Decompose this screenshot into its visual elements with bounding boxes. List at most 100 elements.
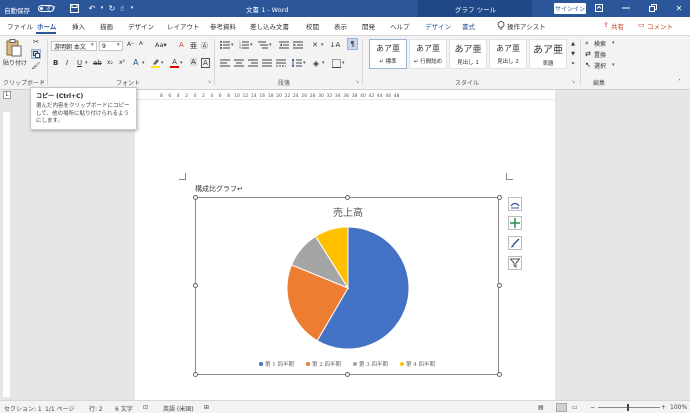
styles-launcher-icon[interactable]: ↘	[571, 79, 575, 85]
read-mode-icon[interactable]: ▤	[538, 404, 544, 411]
justify-icon[interactable]	[261, 58, 273, 68]
select-button[interactable]: 選択	[594, 61, 606, 70]
legend-item[interactable]: 第 2 四半期	[306, 360, 341, 368]
multilevel-dropdown-icon[interactable]: ▾	[269, 42, 272, 48]
distributed-icon[interactable]	[275, 58, 287, 68]
clipboard-launcher-icon[interactable]: ↘	[40, 79, 44, 85]
select-dropdown-icon[interactable]: ▾	[612, 62, 615, 68]
show-formatting-marks-icon[interactable]: ¶	[347, 38, 358, 50]
legend-item[interactable]: 第 3 四半期	[353, 360, 388, 368]
font-launcher-icon[interactable]: ↘	[207, 79, 211, 85]
cut-icon[interactable]: ✂	[31, 37, 41, 47]
copy-icon[interactable]	[31, 49, 41, 59]
status-pages[interactable]: 1/1 ページ	[45, 404, 74, 413]
tab-chart-format[interactable]: 書式	[462, 21, 475, 31]
resize-handle-sw[interactable]	[193, 372, 198, 377]
numbering-dropdown-icon[interactable]: ▾	[250, 42, 253, 48]
find-dropdown-icon[interactable]: ▾	[612, 40, 615, 46]
resize-handle-nw[interactable]	[193, 195, 198, 200]
accessibility-icon[interactable]: ⊞	[204, 404, 209, 411]
status-language[interactable]: 英語 (米国)	[163, 404, 194, 413]
font-size-dropdown-icon[interactable]: ▾	[117, 42, 120, 48]
share-button[interactable]: 共有	[611, 21, 624, 31]
chart-filters-button[interactable]	[508, 256, 522, 270]
align-right-icon[interactable]	[247, 58, 259, 68]
resize-handle-s[interactable]	[345, 372, 350, 377]
align-center-icon[interactable]	[233, 58, 245, 68]
grow-font-icon[interactable]: A ^	[127, 41, 134, 48]
highlight-dropdown-icon[interactable]: ▾	[161, 60, 164, 66]
zoom-slider[interactable]	[598, 407, 660, 408]
align-left-icon[interactable]	[219, 58, 231, 68]
decrease-indent-icon[interactable]	[278, 40, 290, 50]
tab-chart-design[interactable]: デザイン	[425, 21, 451, 31]
highlight-icon[interactable]	[151, 58, 160, 68]
status-line[interactable]: 行: 2	[89, 404, 103, 413]
tab-view[interactable]: 表示	[334, 21, 347, 31]
strikethrough-icon[interactable]: ab	[93, 59, 102, 67]
character-shading-icon[interactable]: A	[190, 58, 197, 66]
style-no-spacing[interactable]: あア亜 ↵ 行間詰め	[409, 39, 447, 69]
chart-legend[interactable]: 第 1 四半期 第 2 四半期 第 3 四半期 第 4 四半期	[196, 198, 500, 376]
save-icon[interactable]	[69, 3, 79, 13]
style-normal[interactable]: あア亜 ↵ 標準	[369, 39, 407, 69]
character-border-icon[interactable]: A	[201, 58, 210, 68]
font-color-dropdown-icon[interactable]: ▾	[180, 60, 183, 66]
change-case-icon[interactable]: Aa▾	[155, 41, 167, 49]
increase-indent-icon[interactable]	[292, 40, 304, 50]
print-layout-icon[interactable]	[556, 403, 567, 412]
asian-layout-dropdown-icon[interactable]: ▾	[321, 42, 324, 48]
document-heading[interactable]: 構成比グラフ↵	[195, 184, 243, 194]
line-spacing-icon[interactable]	[291, 58, 303, 68]
sort-icon[interactable]: ↓A	[329, 40, 341, 50]
layout-options-button[interactable]	[508, 197, 522, 211]
status-section[interactable]: セクション: 1	[4, 404, 42, 413]
legend-item[interactable]: 第 1 四半期	[259, 360, 294, 368]
redo-icon[interactable]: ↻	[107, 3, 117, 13]
tab-mailings[interactable]: 差し込み文書	[250, 21, 289, 31]
resize-handle-n[interactable]	[345, 195, 350, 200]
styles-more-icon[interactable]: ⏷	[569, 59, 577, 69]
zoom-slider-thumb[interactable]	[627, 404, 629, 411]
italic-icon[interactable]: I	[66, 59, 68, 67]
vertical-ruler[interactable]	[3, 112, 10, 397]
touch-mode-icon[interactable]: ☝	[117, 3, 127, 13]
tab-home[interactable]: ホーム	[37, 21, 56, 31]
zoom-level[interactable]: 100%	[670, 404, 687, 411]
chart-area[interactable]: 売上高 第 1 四半期第 2 四半期第 3 四半期第 4 四半期	[195, 197, 499, 375]
zoom-in-icon[interactable]: +	[661, 404, 666, 411]
text-effects-dropdown-icon[interactable]: ▾	[142, 60, 145, 66]
shading-icon[interactable]: ◈	[310, 58, 322, 68]
legend-item[interactable]: 第 4 四半期	[400, 360, 435, 368]
web-layout-icon[interactable]: ▭	[572, 404, 578, 411]
tab-file[interactable]: ファイル	[7, 21, 33, 31]
multilevel-list-icon[interactable]	[257, 40, 269, 50]
paragraph-launcher-icon[interactable]: ↘	[355, 79, 359, 85]
font-name-dropdown-icon[interactable]: ▾	[91, 42, 94, 48]
paste-icon[interactable]	[6, 39, 22, 57]
style-title[interactable]: あア亜 表題	[529, 39, 567, 69]
ribbon-display-options-icon[interactable]	[594, 3, 604, 13]
tab-selector-icon[interactable]: L	[3, 91, 11, 99]
shading-dropdown-icon[interactable]: ▾	[322, 60, 325, 66]
tell-me-search[interactable]: 操作アシスト	[507, 21, 546, 31]
bullets-icon[interactable]	[219, 40, 231, 50]
customize-qat-icon[interactable]: ▾	[127, 3, 137, 13]
style-heading-1[interactable]: あア亜 見出し 1	[449, 39, 487, 69]
shrink-font-icon[interactable]: Aˇ	[139, 41, 145, 47]
superscript-icon[interactable]: x²	[119, 59, 125, 66]
line-spacing-dropdown-icon[interactable]: ▾	[303, 60, 306, 66]
horizontal-ruler[interactable]: 8 6 4 2 0 2 4 6 8 10 12 14 16 18 20 22 24 26 28 30 32 34 36 38 4…	[135, 90, 555, 99]
bold-icon[interactable]: B	[53, 59, 58, 67]
text-effects-icon[interactable]: A	[133, 58, 138, 67]
tab-help[interactable]: ヘルプ	[390, 21, 410, 31]
enclose-characters-icon[interactable]: Ⓐ	[201, 41, 208, 51]
tab-design[interactable]: デザイン	[128, 21, 154, 31]
asian-layout-icon[interactable]: ✕	[309, 40, 321, 50]
chart-elements-button[interactable]	[508, 216, 522, 230]
chart-styles-button[interactable]	[508, 236, 522, 250]
collapse-ribbon-icon[interactable]: ˄	[678, 79, 681, 86]
tab-developer[interactable]: 開発	[362, 21, 375, 31]
numbering-icon[interactable]: 123	[238, 40, 250, 50]
proofing-icon[interactable]: ⊡	[143, 404, 148, 411]
